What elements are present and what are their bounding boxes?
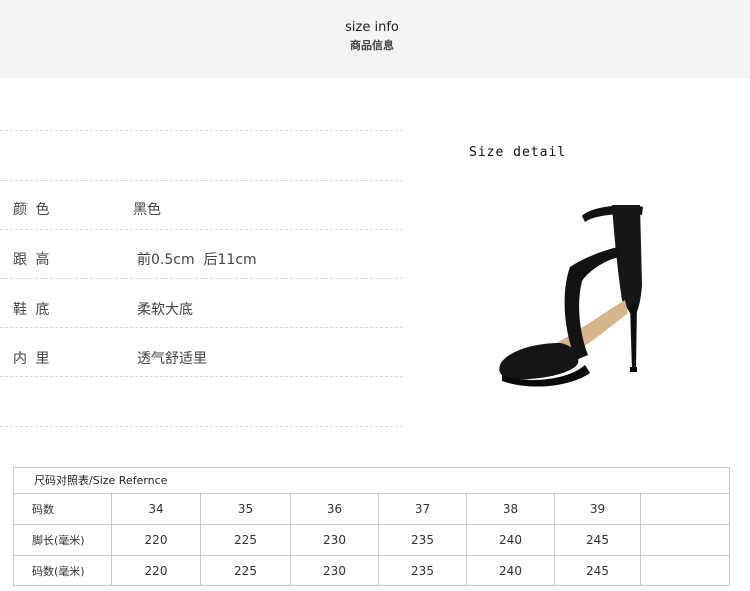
table-row-label: 码数(毫米) [14, 556, 112, 585]
attribute-value-color: 黑色 [133, 202, 161, 218]
table-cell: 34 [112, 494, 201, 524]
header-title-cn: 商品信息 [350, 39, 394, 52]
table-row: 码数(毫米) 220 225 230 235 240 245 [14, 556, 729, 585]
divider [0, 180, 403, 181]
divider [0, 229, 403, 230]
attribute-label-sole: 鞋 底 [13, 302, 52, 318]
attribute-value-heel-height: 前0.5cm 后11cm [137, 252, 257, 268]
page-header: size info 商品信息 [0, 0, 750, 78]
table-cell: 38 [467, 494, 555, 524]
divider [0, 426, 403, 427]
table-row: 码数 34 35 36 37 38 39 [14, 494, 729, 525]
table-cell: 225 [201, 556, 291, 585]
table-cell: 245 [555, 556, 641, 585]
table-cell: 240 [467, 525, 555, 555]
size-table: 尺码对照表/Size Refernce 码数 34 35 36 37 38 39… [13, 467, 730, 586]
table-cell: 36 [291, 494, 379, 524]
divider [0, 278, 403, 279]
size-table-caption: 尺码对照表/Size Refernce [14, 468, 729, 494]
table-cell [641, 525, 729, 555]
table-cell: 220 [112, 556, 201, 585]
attribute-label-color: 颜 色 [13, 202, 52, 218]
divider [0, 327, 403, 328]
table-cell: 37 [379, 494, 467, 524]
size-detail-title: Size detail [469, 145, 567, 160]
table-row-label: 码数 [14, 494, 112, 524]
table-cell: 225 [201, 525, 291, 555]
attribute-value-sole: 柔软大底 [137, 302, 193, 318]
table-cell: 235 [379, 525, 467, 555]
attribute-label-heel-height: 跟 高 [13, 252, 52, 268]
table-cell: 240 [467, 556, 555, 585]
table-cell: 230 [291, 525, 379, 555]
table-cell: 39 [555, 494, 641, 524]
attribute-value-lining: 透气舒适里 [137, 351, 207, 367]
table-cell [641, 494, 729, 524]
table-row-label: 脚长(毫米) [14, 525, 112, 555]
table-cell: 220 [112, 525, 201, 555]
header-title-en: size info [345, 20, 399, 35]
table-cell: 235 [379, 556, 467, 585]
attribute-label-lining: 内 里 [13, 351, 52, 367]
table-cell: 35 [201, 494, 291, 524]
table-cell: 230 [291, 556, 379, 585]
divider [0, 376, 403, 377]
table-cell: 245 [555, 525, 641, 555]
high-heel-sandal-image [499, 205, 643, 387]
table-row: 脚长(毫米) 220 225 230 235 240 245 [14, 525, 729, 556]
table-cell [641, 556, 729, 585]
divider [0, 130, 403, 131]
